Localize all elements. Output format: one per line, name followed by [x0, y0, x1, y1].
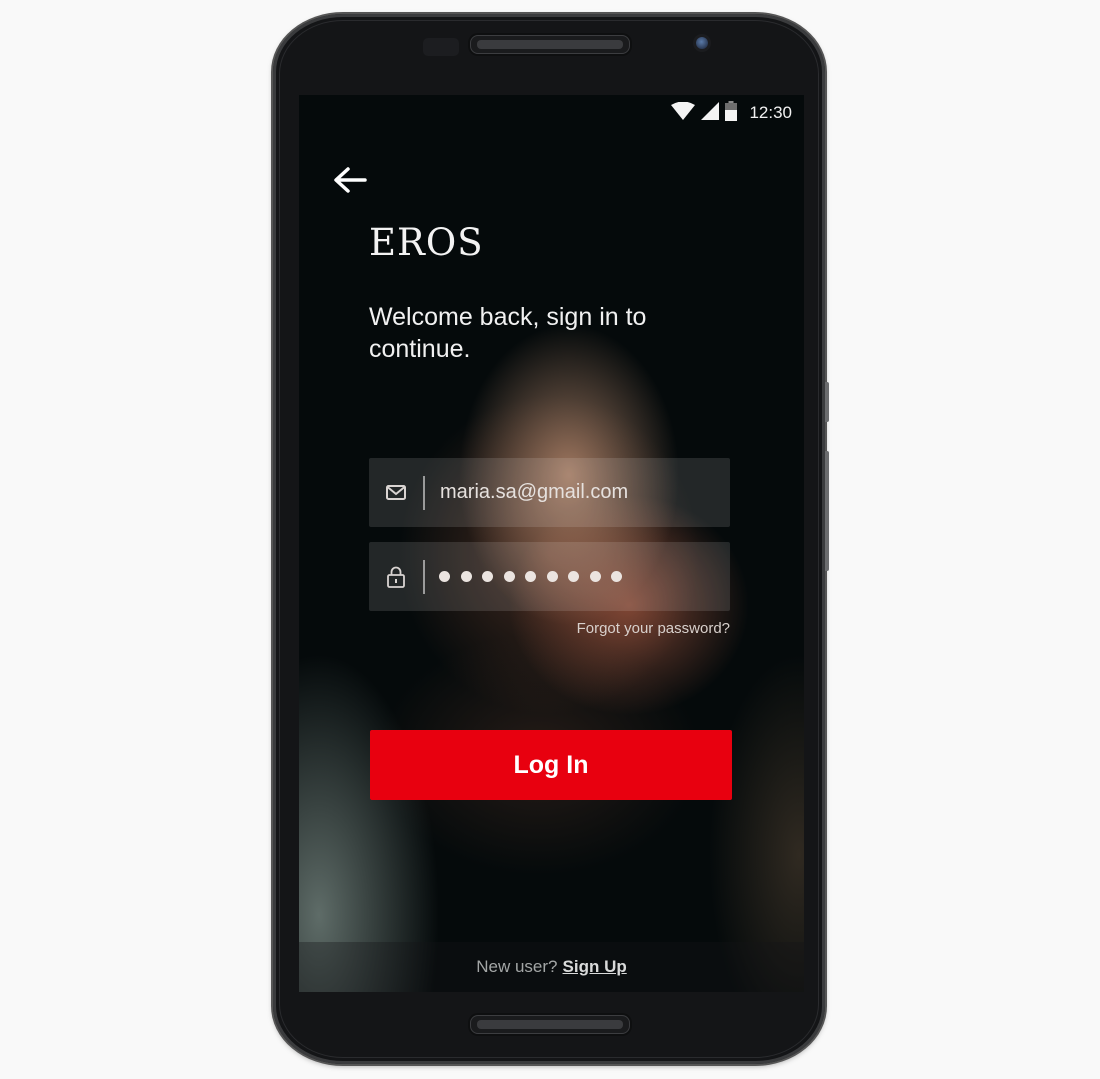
- signup-link[interactable]: Sign Up: [563, 957, 627, 977]
- password-input[interactable]: [425, 571, 730, 582]
- password-mask-dot: [482, 571, 493, 582]
- signup-footer: New user? Sign Up: [299, 942, 804, 992]
- password-mask-dot: [503, 571, 515, 582]
- envelope-icon: [369, 485, 423, 500]
- password-mask-dot: [568, 571, 579, 582]
- bottom-speaker: [470, 1015, 630, 1034]
- new-user-prompt: New user?: [476, 957, 558, 976]
- app-logo: EROS: [369, 221, 484, 264]
- password-field[interactable]: [369, 542, 730, 611]
- battery-icon: [725, 101, 738, 125]
- password-mask-dot: [525, 571, 536, 582]
- wifi-icon: [671, 101, 696, 124]
- signal-icon: [701, 102, 720, 124]
- proximity-sensor: [423, 38, 459, 56]
- welcome-message: Welcome back, sign in to continue.: [369, 303, 647, 363]
- password-mask-dot: [546, 571, 558, 582]
- status-time: 12:30: [749, 103, 792, 122]
- email-field[interactable]: [369, 457, 730, 528]
- forgot-password-link[interactable]: Forgot your password?: [577, 620, 730, 637]
- email-input[interactable]: [425, 457, 730, 528]
- arrow-left-icon: [332, 167, 368, 199]
- password-mask-dot: [611, 571, 622, 582]
- lock-icon: [369, 566, 423, 588]
- status-bar: 12:30: [299, 95, 804, 129]
- top-speaker: [470, 35, 630, 54]
- back-button[interactable]: [332, 165, 368, 195]
- password-mask-dot: [460, 571, 472, 582]
- power-button[interactable]: [825, 382, 829, 422]
- screen: 12:30 EROS Welcome back, sign in to cont…: [299, 95, 804, 992]
- front-camera: [693, 34, 711, 52]
- password-mask-dot: [589, 571, 601, 582]
- login-button[interactable]: Log In: [370, 730, 732, 800]
- volume-rocker[interactable]: [825, 451, 829, 571]
- password-mask-dot: [439, 571, 450, 582]
